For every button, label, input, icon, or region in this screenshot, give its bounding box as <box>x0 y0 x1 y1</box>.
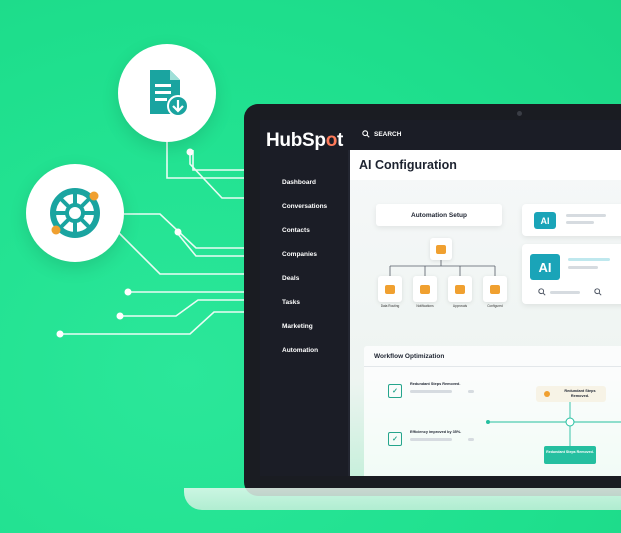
automation-leaf-node[interactable] <box>448 276 472 302</box>
main-content: AI Configuration Automation Setup Data R… <box>350 150 621 476</box>
sidebar-item-deals[interactable]: Deals <box>282 274 327 298</box>
sidebar-item-tasks[interactable]: Tasks <box>282 298 327 322</box>
checklist-icon: ✓ <box>388 432 402 446</box>
circuit-node <box>186 148 194 156</box>
placeholder-line <box>410 390 452 393</box>
workflow-optimization-panel: Workflow Optimization ✓ Redundant Steps … <box>364 346 621 476</box>
circuit-node <box>116 312 124 320</box>
sidebar: HubSpot Dashboard Conversations Contacts… <box>260 120 348 476</box>
document-download-icon <box>150 70 189 117</box>
box-icon <box>455 284 465 294</box>
placeholder-line <box>468 390 474 393</box>
page-title: AI Configuration <box>359 158 457 172</box>
workflow-row-text: Redundant Steps Removed. <box>410 382 461 386</box>
workflow-row-text: Efficiency improved by 35%. <box>410 430 462 434</box>
sidebar-item-automation[interactable]: Automation <box>282 346 327 370</box>
box-icon <box>420 284 430 294</box>
circuit-node <box>56 330 64 338</box>
title-bar: AI Configuration <box>350 150 621 180</box>
search-label: SEARCH <box>374 130 402 138</box>
search-icon[interactable] <box>538 288 546 296</box>
sidebar-item-dashboard[interactable]: Dashboard <box>282 178 327 202</box>
placeholder-line <box>566 221 594 224</box>
sidebar-item-contacts[interactable]: Contacts <box>282 226 327 250</box>
laptop-base <box>184 488 621 510</box>
workflow-title: Workflow Optimization <box>374 353 445 360</box>
placeholder-line <box>410 438 452 441</box>
sidebar-item-conversations[interactable]: Conversations <box>282 202 327 226</box>
divider <box>364 366 621 367</box>
ai-badge: AI <box>530 254 560 280</box>
circuit-node <box>124 288 132 296</box>
placeholder-line <box>568 258 610 261</box>
app-screen: HubSpot Dashboard Conversations Contacts… <box>260 120 621 476</box>
automation-root-node[interactable] <box>430 238 452 260</box>
placeholder-line <box>550 291 580 294</box>
automation-leaf-node[interactable] <box>378 276 402 302</box>
building-icon <box>436 244 446 254</box>
ai-card[interactable]: AI <box>522 204 621 236</box>
leaf-label: Notifications <box>416 304 434 308</box>
ai-card-large[interactable]: AI <box>522 244 621 304</box>
top-bar: SEARCH <box>348 120 621 150</box>
circuit-node <box>174 228 182 236</box>
workflow-status-pill[interactable]: Redundant Steps Removed. <box>536 386 606 402</box>
leaf-label: Approvals <box>452 304 468 308</box>
search-icon <box>362 130 370 138</box>
box-icon <box>385 284 395 294</box>
automation-leaf-node[interactable] <box>483 276 507 302</box>
hubspot-logo: HubSpot <box>266 130 344 151</box>
sidebar-item-companies[interactable]: Companies <box>282 250 327 274</box>
workflow-result-box[interactable]: Redundant Steps Removed. <box>544 446 596 464</box>
integration-wheel-icon <box>50 188 100 238</box>
placeholder-line <box>566 214 606 217</box>
sidebar-nav: Dashboard Conversations Contacts Compani… <box>282 178 327 370</box>
zoom-icon[interactable] <box>594 288 602 296</box>
ai-badge: AI <box>534 212 556 229</box>
search-input[interactable]: SEARCH <box>362 130 401 138</box>
checklist-icon: ✓ <box>388 384 402 398</box>
leaf-label: Data Routing <box>380 304 400 308</box>
workflow-pill-text: Redundant Steps Removed. <box>564 389 596 398</box>
laptop-frame: HubSpot Dashboard Conversations Contacts… <box>244 104 621 496</box>
leaf-label: Configured <box>487 304 503 308</box>
box-icon <box>490 284 500 294</box>
automation-leaf-node[interactable] <box>413 276 437 302</box>
sidebar-item-marketing[interactable]: Marketing <box>282 322 327 346</box>
placeholder-line <box>568 266 598 269</box>
placeholder-line <box>468 438 474 441</box>
integration-wheel-badge <box>26 164 124 262</box>
status-dot <box>544 391 550 397</box>
automation-setup-label: Automation Setup <box>376 204 502 226</box>
camera-dot <box>517 111 522 116</box>
document-download-badge <box>118 44 216 142</box>
